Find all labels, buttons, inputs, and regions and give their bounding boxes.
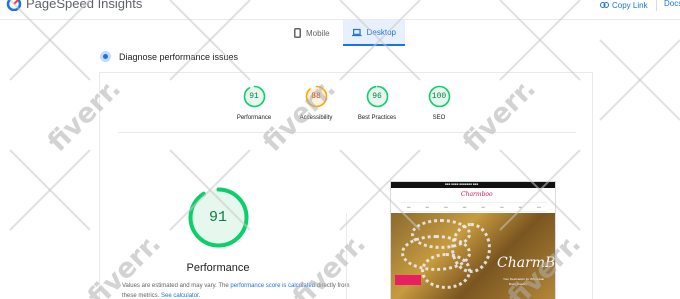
score-seo[interactable]: 100 SEO	[404, 85, 474, 121]
estimate-note: Values are estimated and may vary. The p…	[122, 281, 352, 299]
thumbnail-hero-image: CharmBoo Your Destination for Wholesale …	[391, 213, 556, 299]
docs-link[interactable]: Docs	[664, 0, 680, 8]
performance-score-link[interactable]: performance score is calculated	[230, 283, 315, 289]
tab-desktop-label: Desktop	[366, 27, 396, 37]
thumbnail-top-bar: ■■■ ■■■■ ■■■■■■■ ■■■	[391, 182, 555, 188]
score-gauge: 88	[305, 85, 328, 108]
thumbnail-brand: Charmboo	[461, 191, 493, 198]
smartphone-icon	[294, 28, 301, 38]
header-divider	[656, 0, 657, 11]
thumbnail-pink-badge	[395, 275, 421, 285]
score-performance[interactable]: 91 Performance	[219, 85, 289, 121]
score-value: 88	[311, 92, 321, 101]
score-best-practices[interactable]: 96 Best Practices	[342, 85, 412, 121]
note-text-1: Values are estimated and may vary. The	[122, 283, 231, 289]
diagnose-dot-icon	[100, 51, 111, 62]
performance-score-label: Performance	[186, 262, 250, 274]
laptop-icon	[352, 28, 362, 36]
score-gauge: 96	[366, 85, 389, 108]
vertical-divider	[346, 213, 347, 299]
score-accessibility[interactable]: 88 Accessibility	[281, 85, 351, 121]
report-card: 91 Performance 88 Accessibility 96 Best …	[99, 72, 593, 299]
link-icon	[600, 2, 609, 8]
page-screenshot-thumbnail: ■■■ ■■■■ ■■■■■■■ ■■■ Charmboo ▪▪▪▪ ▪▪▪▪ ▪▪…	[390, 181, 556, 299]
tab-mobile[interactable]: Mobile	[285, 20, 343, 46]
score-value: 91	[249, 92, 259, 101]
performance-score-value: 91	[208, 209, 227, 226]
copy-link-label: Copy Link	[612, 0, 648, 10]
tab-mobile-label: Mobile	[306, 28, 330, 38]
score-value: 100	[431, 92, 447, 101]
thumbnail-nav: ▪▪▪▪ ▪▪▪▪ ▪▪▪▪ ▪▪▪▪ ▪▪▪▪ ▪▪▪▪ ▪▪▪▪ ▪▪▪▪	[401, 202, 547, 212]
pagespeed-logo-icon	[6, 0, 22, 11]
tab-desktop[interactable]: Desktop	[343, 20, 405, 46]
performance-summary: 91 Performance	[178, 187, 258, 274]
top-bar: PageSpeed Insights Copy Link Docs	[0, 0, 680, 20]
app-title: PageSpeed Insights	[26, 0, 143, 11]
section-title: Diagnose performance issues	[119, 51, 239, 62]
score-value: 96	[372, 92, 382, 101]
thumbnail-hero-script: CharmBoo	[497, 255, 556, 271]
device-tabs: Mobile Desktop	[285, 20, 405, 46]
score-label: Accessibility	[299, 115, 333, 121]
performance-gauge: 91	[188, 187, 249, 248]
diagnose-header: Diagnose performance issues	[100, 51, 238, 62]
score-label: SEO	[432, 115, 446, 121]
thumbnail-tagline-2: Body Jewelry	[509, 282, 527, 286]
copy-link-button[interactable]: Copy Link	[600, 0, 648, 11]
score-label: Performance	[236, 115, 272, 121]
see-calculator-link[interactable]: See calculator.	[161, 293, 200, 299]
score-gauge: 91	[243, 85, 266, 108]
card-divider	[118, 132, 576, 133]
score-gauge: 100	[428, 85, 451, 108]
score-label: Best Practices	[357, 115, 397, 121]
thumbnail-tagline-1: Your Destination for Wholesale	[503, 277, 545, 281]
